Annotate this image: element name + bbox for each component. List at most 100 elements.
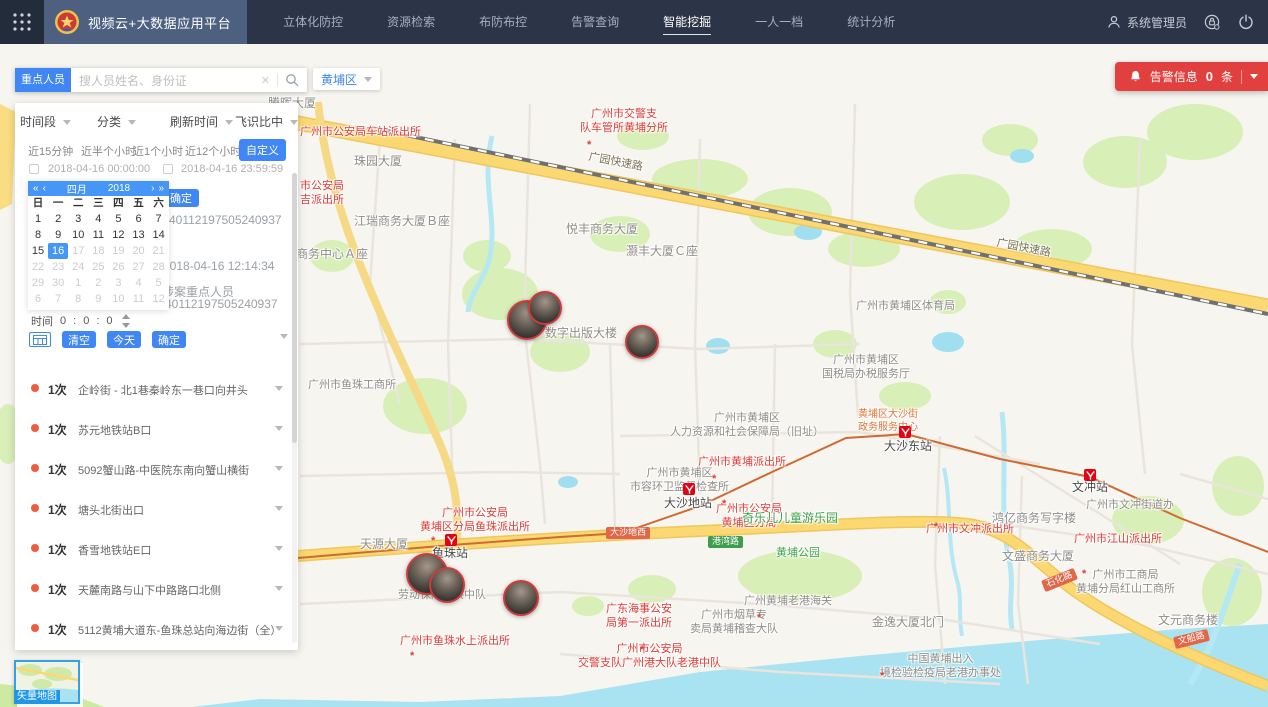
calendar-day[interactable]: 22 (28, 259, 48, 275)
calendar-day[interactable]: 30 (48, 275, 68, 291)
calendar-day[interactable]: 5 (108, 211, 128, 227)
quick-time-1[interactable]: 近15分钟 (28, 143, 73, 159)
calendar-day[interactable]: 15 (28, 243, 48, 259)
minimap[interactable]: 矢量地图 (14, 660, 80, 704)
power-icon[interactable] (1238, 14, 1254, 30)
calendar-day[interactable]: 11 (88, 227, 108, 243)
search-input[interactable]: 搜人员姓名、身份证 ✕ (71, 68, 307, 92)
list-item[interactable]: 1次塘头北街出口 (15, 489, 298, 529)
chevron-down-icon[interactable] (275, 426, 283, 431)
calendar-day[interactable]: 24 (68, 259, 88, 275)
filter-dropdown-3[interactable]: 刷新时间 (170, 113, 233, 130)
person-photo-marker[interactable] (429, 567, 465, 603)
scrollbar[interactable] (292, 173, 297, 643)
prev-year-icon[interactable]: « (33, 181, 39, 196)
nav-item-3[interactable]: 布防布控 (457, 0, 549, 44)
person-photo-marker[interactable] (503, 580, 539, 616)
time-seconds[interactable]: 0 (106, 315, 112, 327)
calendar-day[interactable]: 5 (149, 275, 169, 291)
chevron-down-icon[interactable] (275, 626, 283, 631)
confirm-button[interactable]: 确定 (152, 331, 186, 348)
time-hours[interactable]: 0 (60, 315, 66, 327)
person-photo-marker[interactable] (528, 291, 562, 325)
chevron-down-icon[interactable] (1250, 74, 1258, 79)
list-item[interactable]: 1次苏元地铁站B口 (15, 409, 298, 449)
calendar-day-selected[interactable]: 16 (48, 243, 68, 259)
clear-button[interactable]: 清空 (62, 331, 96, 348)
tab-key-personnel[interactable]: 重点人员 (15, 68, 71, 92)
district-dropdown[interactable]: 黄埔区 (313, 68, 380, 90)
date-from-field[interactable]: 2018-04-16 00:00:00 (48, 163, 150, 175)
quick-time-3[interactable]: 近1个小时 (133, 143, 183, 159)
list-item[interactable]: 1次香雪地铁站E口 (15, 529, 298, 569)
calendar-day[interactable]: 14 (149, 227, 169, 243)
chevron-down-icon[interactable] (275, 546, 283, 551)
nav-item-1[interactable]: 立体化防控 (261, 0, 365, 44)
calendar-day[interactable]: 23 (48, 259, 68, 275)
alert-bar[interactable]: 告警信息 0 条 (1115, 62, 1268, 91)
calendar-day[interactable]: 1 (68, 275, 88, 291)
calendar-day[interactable]: 1 (28, 211, 48, 227)
nav-item-6[interactable]: 一人一档 (733, 0, 825, 44)
list-item[interactable]: 1次企岭街 - 北1巷秦岭东一巷口向井头 (15, 369, 298, 409)
chevron-down-icon[interactable] (275, 386, 283, 391)
calendar-day[interactable]: 2 (48, 211, 68, 227)
calendar-day[interactable]: 27 (128, 259, 148, 275)
nav-item-4[interactable]: 告警查询 (549, 0, 641, 44)
chevron-down-icon[interactable] (275, 506, 283, 511)
calendar-day[interactable]: 28 (149, 259, 169, 275)
list-item[interactable]: 1次5112黄埔大道东-鱼珠总站向海边街（全） (15, 609, 298, 649)
next-year-icon[interactable]: » (158, 181, 164, 196)
calendar-day[interactable]: 11 (128, 291, 148, 307)
calendar-day[interactable]: 6 (28, 291, 48, 307)
calendar-day[interactable]: 12 (149, 291, 169, 307)
user-menu[interactable]: 系统管理员 (1107, 14, 1187, 31)
filter-dropdown-2[interactable]: 分类 (97, 113, 136, 130)
calendar-day[interactable]: 12 (108, 227, 128, 243)
calendar-day[interactable]: 29 (28, 275, 48, 291)
calendar-day[interactable]: 10 (108, 291, 128, 307)
quick-time-5[interactable]: 自定义 (239, 139, 286, 161)
calendar-day[interactable]: 8 (28, 227, 48, 243)
calendar-day[interactable]: 9 (48, 227, 68, 243)
next-month-icon[interactable]: › (151, 181, 154, 196)
security-lock-icon[interactable] (1204, 14, 1221, 31)
checkbox-date-to[interactable] (163, 164, 173, 174)
scrollbar-thumb[interactable] (292, 173, 297, 443)
today-button[interactable]: 今天 (107, 331, 141, 348)
calendar-month[interactable]: 四月 (67, 181, 87, 196)
checkbox-date-from[interactable] (29, 164, 39, 174)
chevron-down-icon[interactable] (280, 334, 288, 339)
calendar-day[interactable]: 6 (128, 211, 148, 227)
calendar-day[interactable]: 10 (68, 227, 88, 243)
nav-item-5[interactable]: 智能挖掘 (641, 0, 733, 44)
date-to-field[interactable]: 2018-04-16 23:59:59 (181, 163, 283, 175)
nav-item-7[interactable]: 统计分析 (825, 0, 917, 44)
calendar-day[interactable]: 26 (108, 259, 128, 275)
calendar-day[interactable]: 4 (88, 211, 108, 227)
calendar-day[interactable]: 13 (128, 227, 148, 243)
chevron-down-icon[interactable] (275, 466, 283, 471)
chevron-down-icon[interactable] (275, 586, 283, 591)
apps-grid-button[interactable] (0, 0, 44, 44)
nav-item-2[interactable]: 资源检索 (365, 0, 457, 44)
search-icon[interactable] (285, 73, 299, 87)
quick-time-4[interactable]: 近12个小时 (185, 143, 241, 159)
calendar-year[interactable]: 2018 (108, 183, 130, 194)
calendar-day[interactable]: 9 (88, 291, 108, 307)
time-minutes[interactable]: 0 (83, 315, 89, 327)
calendar-day[interactable]: 21 (149, 243, 169, 259)
clear-icon[interactable]: ✕ (261, 74, 270, 87)
calendar-day[interactable]: 8 (68, 291, 88, 307)
calendar-day[interactable]: 17 (68, 243, 88, 259)
filter-dropdown-1[interactable]: 时间段 (20, 113, 71, 130)
person-photo-marker[interactable] (625, 325, 659, 359)
list-item[interactable]: 1次天麓南路与山下中路路口北侧 (15, 569, 298, 609)
filter-dropdown-4[interactable]: 飞识比中 (235, 113, 298, 130)
calendar-day[interactable]: 3 (68, 211, 88, 227)
calendar-day[interactable]: 25 (88, 259, 108, 275)
prev-month-icon[interactable]: ‹ (43, 181, 46, 196)
list-item[interactable]: 1次5092蟹山路-中医院东南向蟹山横街 (15, 449, 298, 489)
quick-time-2[interactable]: 近半个小时 (81, 143, 136, 159)
calendar-day[interactable]: 3 (108, 275, 128, 291)
